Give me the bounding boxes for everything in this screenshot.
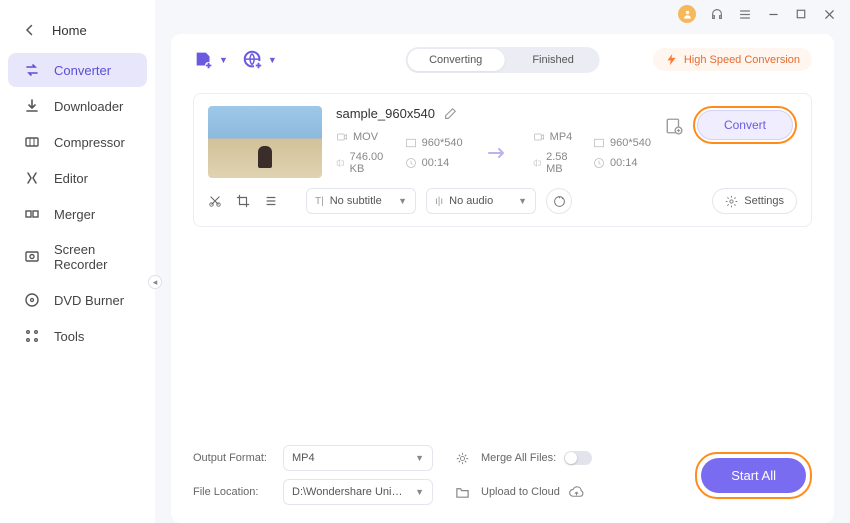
file-row: sample_960x540 MOV 746.00 KB 960*5	[193, 93, 812, 227]
tab-segment: Converting Finished	[405, 47, 600, 73]
menu-icon[interactable]	[738, 7, 752, 21]
content-card: ▼ ▼ Converting Finished High Speed Conve…	[171, 34, 834, 523]
effects-icon[interactable]	[264, 194, 278, 208]
editor-icon	[24, 170, 40, 186]
convert-button[interactable]: Convert	[697, 110, 793, 140]
nav-tools[interactable]: Tools	[8, 319, 147, 353]
sidebar: Home Converter Downloader Compressor Edi…	[0, 0, 155, 523]
merger-icon	[24, 206, 40, 222]
dst-dur: 00:14	[610, 157, 638, 169]
src-res: 960*540	[422, 137, 463, 149]
recorder-icon	[24, 249, 40, 265]
edit-icons	[208, 194, 278, 208]
file-name: sample_960x540	[336, 106, 651, 121]
close-icon[interactable]	[822, 7, 836, 21]
start-all-button[interactable]: Start All	[701, 458, 806, 493]
merge-row: Merge All Files:	[481, 451, 685, 465]
subtitle-icon: T|	[315, 196, 324, 207]
maximize-icon[interactable]	[794, 7, 808, 21]
hsc-label: High Speed Conversion	[684, 54, 800, 66]
toolbar: ▼ ▼ Converting Finished High Speed Conve…	[171, 34, 834, 81]
nav-home-label: Home	[52, 23, 87, 38]
tab-converting[interactable]: Converting	[407, 49, 504, 71]
download-icon	[24, 98, 40, 114]
settings-button[interactable]: Settings	[712, 188, 797, 214]
add-url-button[interactable]: ▼	[242, 49, 277, 71]
nav-label: Editor	[54, 171, 88, 186]
dst-size: 2.58 MB	[546, 151, 575, 175]
nav-label: DVD Burner	[54, 293, 124, 308]
output-format-dropdown[interactable]: MP4▼	[283, 445, 433, 471]
src-format: MOV	[353, 131, 378, 143]
src-dur: 00:14	[422, 157, 450, 169]
preview-button[interactable]	[546, 188, 572, 214]
avatar-icon[interactable]	[678, 5, 696, 23]
trim-icon[interactable]	[208, 194, 222, 208]
open-folder-icon[interactable]	[453, 483, 471, 501]
audio-dropdown[interactable]: ı|ı No audio▼	[426, 188, 536, 214]
titlebar	[155, 0, 850, 28]
upload-row: Upload to Cloud	[481, 483, 685, 501]
file-location-label: File Location:	[193, 486, 273, 498]
output-format-label: Output Format:	[193, 452, 273, 464]
tab-finished[interactable]: Finished	[506, 47, 600, 73]
headset-icon[interactable]	[710, 7, 724, 21]
edit-name-icon[interactable]	[443, 107, 457, 121]
crop-icon[interactable]	[236, 194, 250, 208]
dst-format: MP4	[550, 131, 573, 143]
converter-icon	[24, 62, 40, 78]
dvd-icon	[24, 292, 40, 308]
merge-toggle[interactable]	[564, 451, 592, 465]
nav-screen-recorder[interactable]: Screen Recorder	[8, 233, 147, 281]
high-speed-button[interactable]: High Speed Conversion	[653, 48, 812, 71]
audio-icon: ı|ı	[435, 196, 443, 207]
output-settings-icon[interactable]	[665, 117, 681, 133]
nav-label: Merger	[54, 207, 95, 222]
sidebar-collapse[interactable]: ◂	[148, 275, 162, 289]
back-icon	[22, 22, 38, 38]
format-settings-icon[interactable]	[453, 449, 471, 467]
add-file-button[interactable]: ▼	[193, 49, 228, 71]
nav-merger[interactable]: Merger	[8, 197, 147, 231]
start-highlight: Start All	[695, 452, 812, 499]
src-size: 746.00 KB	[350, 151, 387, 175]
nav-label: Downloader	[54, 99, 123, 114]
file-location-dropdown[interactable]: D:\Wondershare UniConverter 1▼	[283, 479, 433, 505]
convert-arrow-icon	[481, 145, 515, 161]
nav-editor[interactable]: Editor	[8, 161, 147, 195]
cloud-icon[interactable]	[568, 483, 586, 501]
minimize-icon[interactable]	[766, 7, 780, 21]
main: ▼ ▼ Converting Finished High Speed Conve…	[155, 0, 850, 523]
nav-label: Compressor	[54, 135, 125, 150]
nav-compressor[interactable]: Compressor	[8, 125, 147, 159]
nav-dvd-burner[interactable]: DVD Burner	[8, 283, 147, 317]
chevron-down-icon: ▼	[219, 55, 228, 65]
subtitle-dropdown[interactable]: T| No subtitle▼	[306, 188, 416, 214]
nav-label: Screen Recorder	[54, 242, 131, 272]
nav-converter[interactable]: Converter	[8, 53, 147, 87]
video-thumbnail[interactable]	[208, 106, 322, 178]
chevron-down-icon: ▼	[268, 55, 277, 65]
nav-downloader[interactable]: Downloader	[8, 89, 147, 123]
tools-icon	[24, 328, 40, 344]
dst-res: 960*540	[610, 137, 651, 149]
nav-label: Tools	[54, 329, 84, 344]
convert-highlight: Convert	[693, 106, 797, 144]
nav-home[interactable]: Home	[0, 8, 155, 52]
nav-label: Converter	[54, 63, 111, 78]
footer: Output Format: MP4▼ Merge All Files: Sta…	[171, 433, 834, 523]
compressor-icon	[24, 134, 40, 150]
